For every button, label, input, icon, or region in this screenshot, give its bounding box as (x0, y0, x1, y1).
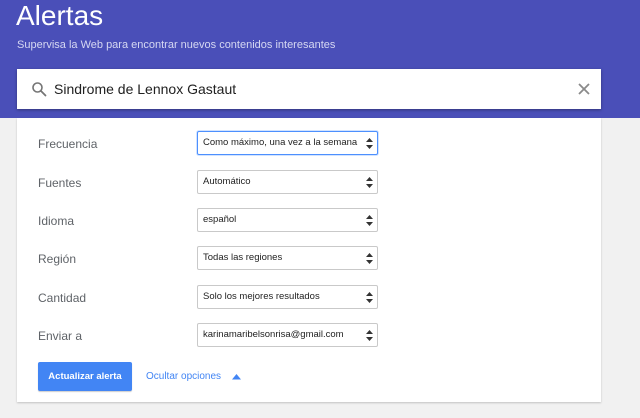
option-label: Idioma (38, 214, 75, 228)
quantity-select[interactable]: Solo los mejores resultados (197, 285, 378, 309)
select-value: Como máximo, una vez a la semana (203, 137, 358, 148)
select-value: Todas las regiones (203, 252, 283, 263)
deliver-to-select[interactable]: karinamaribelsonrisa@gmail.com (197, 323, 378, 347)
option-row-fuentes: Fuentes Automático (17, 170, 601, 196)
options-panel: Frecuencia Como máximo, una vez a la sem… (17, 118, 601, 402)
region-select[interactable]: Todas las regiones (197, 246, 378, 270)
frequency-select[interactable]: Como máximo, una vez a la semana (197, 131, 378, 155)
option-row-idioma: Idioma español (17, 208, 601, 234)
select-value: Automático (203, 176, 251, 187)
option-row-enviar: Enviar a karinamaribelsonrisa@gmail.com (17, 323, 601, 349)
hide-options-link[interactable]: Ocultar opciones (146, 371, 221, 383)
option-label: Región (38, 252, 77, 266)
select-arrows-icon (366, 330, 373, 341)
close-icon[interactable] (577, 82, 591, 96)
select-value: español (203, 214, 237, 225)
option-row-cantidad: Cantidad Solo los mejores resultados (17, 285, 601, 311)
search-input[interactable]: Sindrome de Lennox Gastaut (54, 80, 236, 98)
search-icon (32, 82, 47, 97)
caret-up-icon[interactable] (232, 374, 241, 380)
sources-select[interactable]: Automático (197, 170, 378, 194)
select-arrows-icon (366, 138, 373, 149)
update-alert-button[interactable]: Actualizar alerta (38, 362, 132, 391)
option-label: Enviar a (38, 329, 83, 343)
select-value: Solo los mejores resultados (203, 291, 320, 302)
search-box[interactable]: Sindrome de Lennox Gastaut (17, 69, 601, 109)
page-subtitle: Supervisa la Web para encontrar nuevos c… (17, 39, 336, 51)
select-arrows-icon (366, 253, 373, 264)
option-label: Frecuencia (38, 137, 98, 151)
option-row-region: Región Todas las regiones (17, 246, 601, 272)
language-select[interactable]: español (197, 208, 378, 232)
option-label: Cantidad (38, 291, 87, 305)
select-arrows-icon (366, 292, 373, 303)
option-label: Fuentes (38, 176, 82, 190)
select-arrows-icon (366, 177, 373, 188)
select-value: karinamaribelsonrisa@gmail.com (203, 329, 344, 340)
page-title: Alertas (16, 0, 104, 31)
option-row-frecuencia: Frecuencia Como máximo, una vez a la sem… (17, 131, 601, 157)
select-arrows-icon (366, 215, 373, 226)
